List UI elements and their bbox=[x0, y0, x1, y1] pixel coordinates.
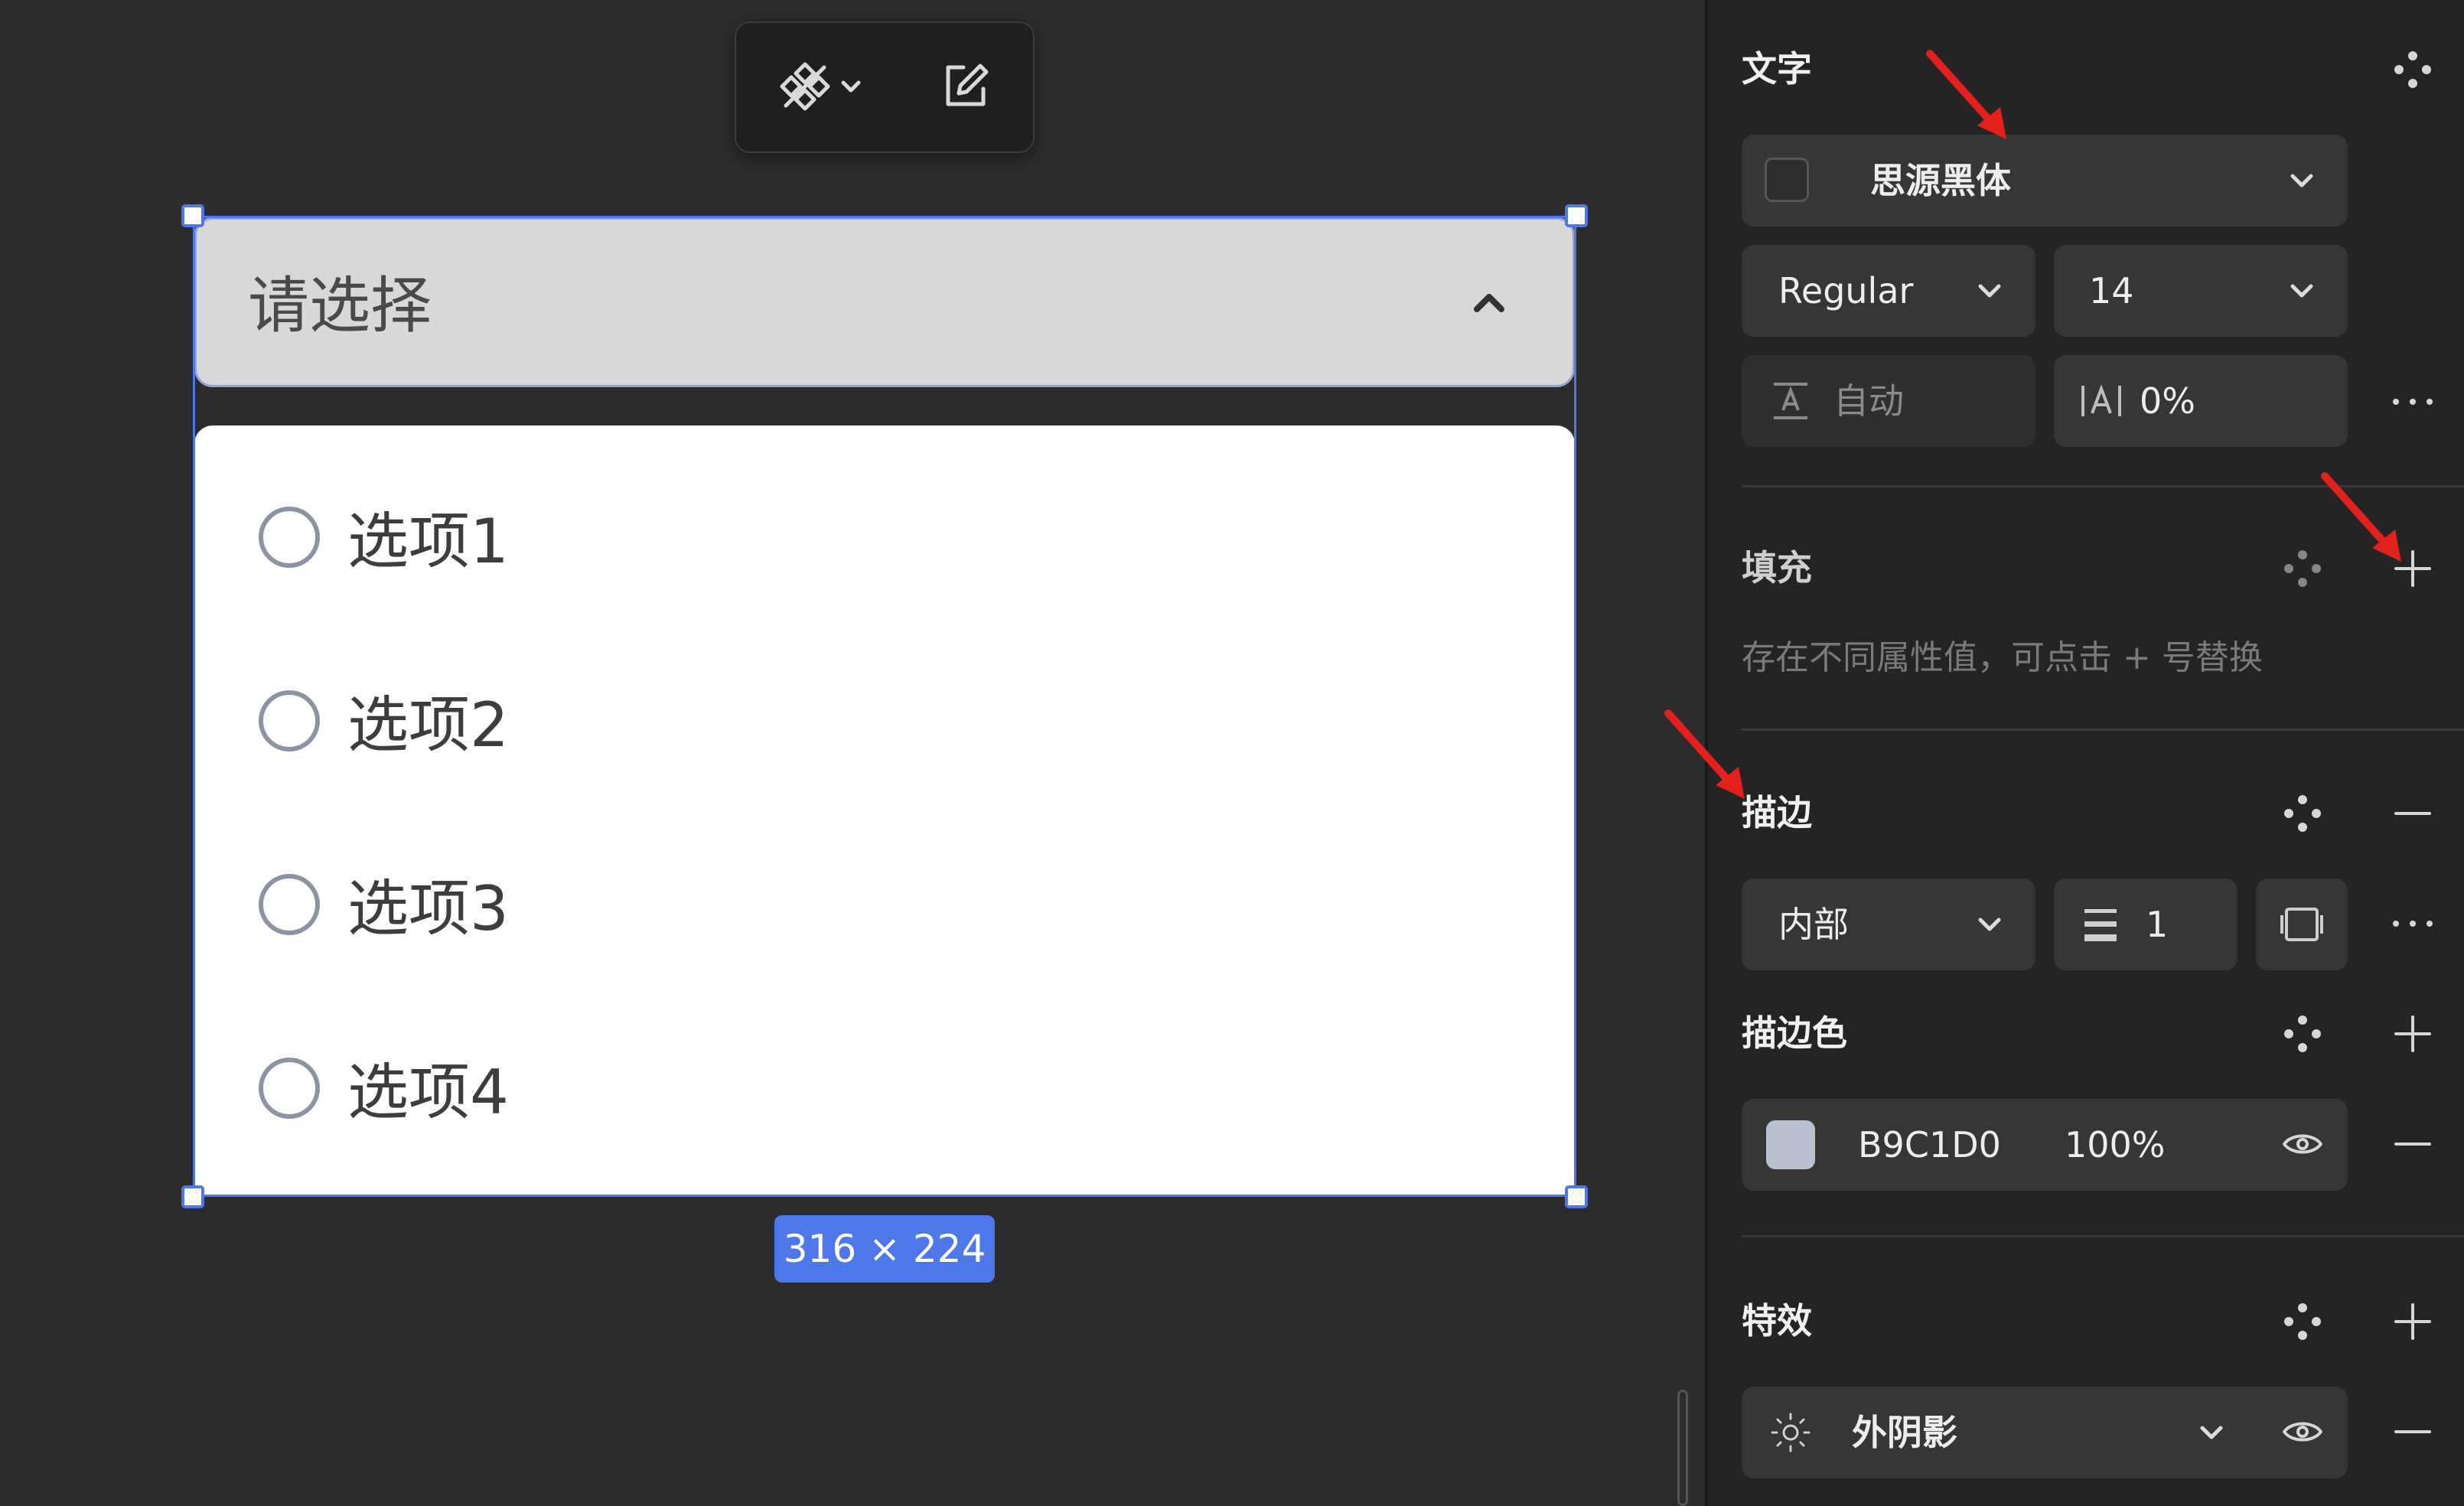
more-options-icon[interactable] bbox=[2386, 375, 2440, 429]
resize-handle-bottom-left[interactable] bbox=[181, 1185, 204, 1208]
font-family-select[interactable] bbox=[1742, 135, 2348, 227]
effect-type-value: 外阴影 bbox=[1852, 1412, 1957, 1453]
stroke-width-value: 1 bbox=[2146, 904, 2169, 945]
style-dots-icon[interactable] bbox=[2276, 1295, 2329, 1348]
annotation-arrow bbox=[1664, 709, 1745, 799]
font-preview-swatch bbox=[1765, 158, 1809, 202]
sun-icon[interactable] bbox=[1766, 1408, 1815, 1457]
annotation-arrow bbox=[2321, 472, 2401, 562]
remove-stroke-icon[interactable] bbox=[2386, 787, 2440, 840]
components-dropdown-button[interactable] bbox=[828, 54, 874, 122]
stroke-color-title: 描边色 bbox=[1742, 1012, 1847, 1054]
style-dots-icon[interactable] bbox=[2276, 787, 2329, 840]
components-icon bbox=[778, 60, 832, 116]
chevron-down-icon[interactable] bbox=[2193, 1414, 2230, 1454]
stroke-color-row[interactable] bbox=[1742, 1099, 2348, 1191]
stroke-color-hex[interactable]: B9C1D0 bbox=[1858, 1122, 2001, 1168]
eye-icon[interactable] bbox=[2276, 1117, 2329, 1171]
section-divider bbox=[1742, 729, 2464, 731]
style-dots-icon[interactable] bbox=[2386, 43, 2440, 96]
resize-handle-top-left[interactable] bbox=[181, 204, 204, 227]
letter-spacing-value: 0% bbox=[2140, 380, 2195, 422]
line-height-icon bbox=[1768, 378, 1814, 424]
eye-icon[interactable] bbox=[2276, 1405, 2329, 1459]
chevron-down-icon bbox=[1971, 906, 2008, 946]
add-stroke-color-icon[interactable] bbox=[2386, 1007, 2440, 1061]
resize-handle-bottom-right[interactable] bbox=[1565, 1185, 1588, 1208]
style-dots-icon[interactable] bbox=[2276, 1007, 2329, 1061]
chevron-down-icon bbox=[1971, 272, 2008, 312]
chevron-down-icon bbox=[2283, 272, 2320, 312]
border-sides-icon bbox=[2279, 901, 2325, 947]
edit-icon bbox=[940, 61, 991, 115]
stroke-width-icon bbox=[2081, 903, 2120, 946]
fill-section-title: 填充 bbox=[1742, 547, 1812, 588]
annotation-arrow bbox=[1926, 50, 2006, 139]
remove-stroke-color-icon[interactable] bbox=[2386, 1117, 2440, 1171]
stroke-position-value: 内部 bbox=[1778, 904, 1849, 945]
more-options-icon[interactable] bbox=[2386, 897, 2440, 950]
section-divider bbox=[1742, 1235, 2464, 1237]
remove-effect-icon[interactable] bbox=[2386, 1405, 2440, 1459]
font-family-value: 思源黑体 bbox=[1870, 160, 2011, 201]
fill-mixed-hint: 存在不同属性值，可点击 + 号替换 bbox=[1742, 638, 2263, 677]
line-height-value: 自动 bbox=[1833, 380, 1904, 422]
canvas-scrollbar[interactable] bbox=[1677, 1390, 1688, 1506]
selection-frame bbox=[193, 216, 1576, 1197]
edit-button[interactable] bbox=[927, 54, 1004, 122]
effects-section-title: 特效 bbox=[1742, 1300, 1812, 1341]
floating-toolbar bbox=[735, 21, 1035, 153]
text-section-title: 文字 bbox=[1742, 48, 1812, 90]
font-weight-value: Regular bbox=[1778, 270, 1914, 311]
effect-row[interactable] bbox=[1742, 1387, 2348, 1478]
add-effect-icon[interactable] bbox=[2386, 1295, 2440, 1348]
letter-spacing-icon bbox=[2078, 380, 2124, 422]
stroke-color-opacity[interactable]: 100% bbox=[2065, 1122, 2166, 1168]
font-size-value: 14 bbox=[2089, 270, 2134, 311]
color-swatch[interactable] bbox=[1766, 1120, 1815, 1169]
resize-handle-top-right[interactable] bbox=[1565, 204, 1588, 227]
chevron-down-icon bbox=[837, 73, 865, 103]
size-badge: 316 × 224 bbox=[774, 1215, 995, 1283]
chevron-down-icon bbox=[2283, 162, 2320, 202]
